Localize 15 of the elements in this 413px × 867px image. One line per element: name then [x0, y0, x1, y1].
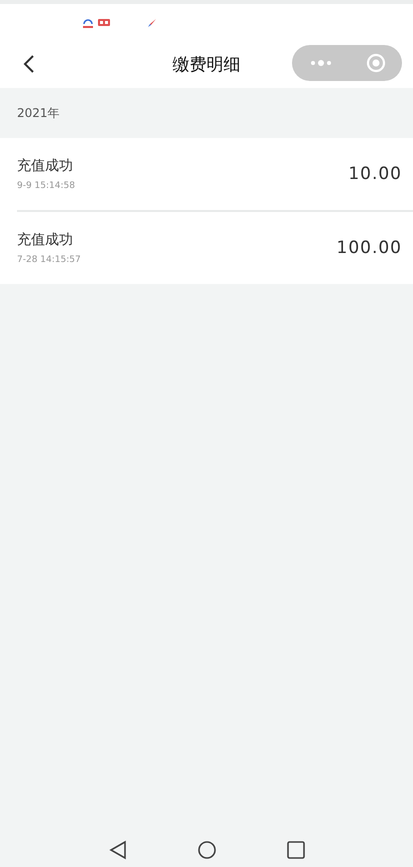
record-title: 充值成功	[17, 231, 74, 249]
year-header: 2021年	[17, 104, 60, 122]
home-icon[interactable]	[196, 840, 216, 860]
back-icon[interactable]	[108, 840, 126, 860]
page-title: 缴费明细	[172, 54, 240, 76]
recents-icon[interactable]	[286, 841, 304, 859]
record-title: 充值成功	[17, 157, 74, 175]
record-time: 7-28 14:15:57	[17, 255, 81, 265]
record-time: 9-9 15:14:58	[17, 181, 75, 191]
tag-icon	[98, 19, 110, 26]
app-icon	[82, 18, 94, 28]
back-icon	[23, 54, 35, 74]
record-amount: 100.00	[336, 238, 402, 258]
record-amount: 10.00	[348, 164, 402, 184]
compass-icon	[147, 18, 157, 28]
